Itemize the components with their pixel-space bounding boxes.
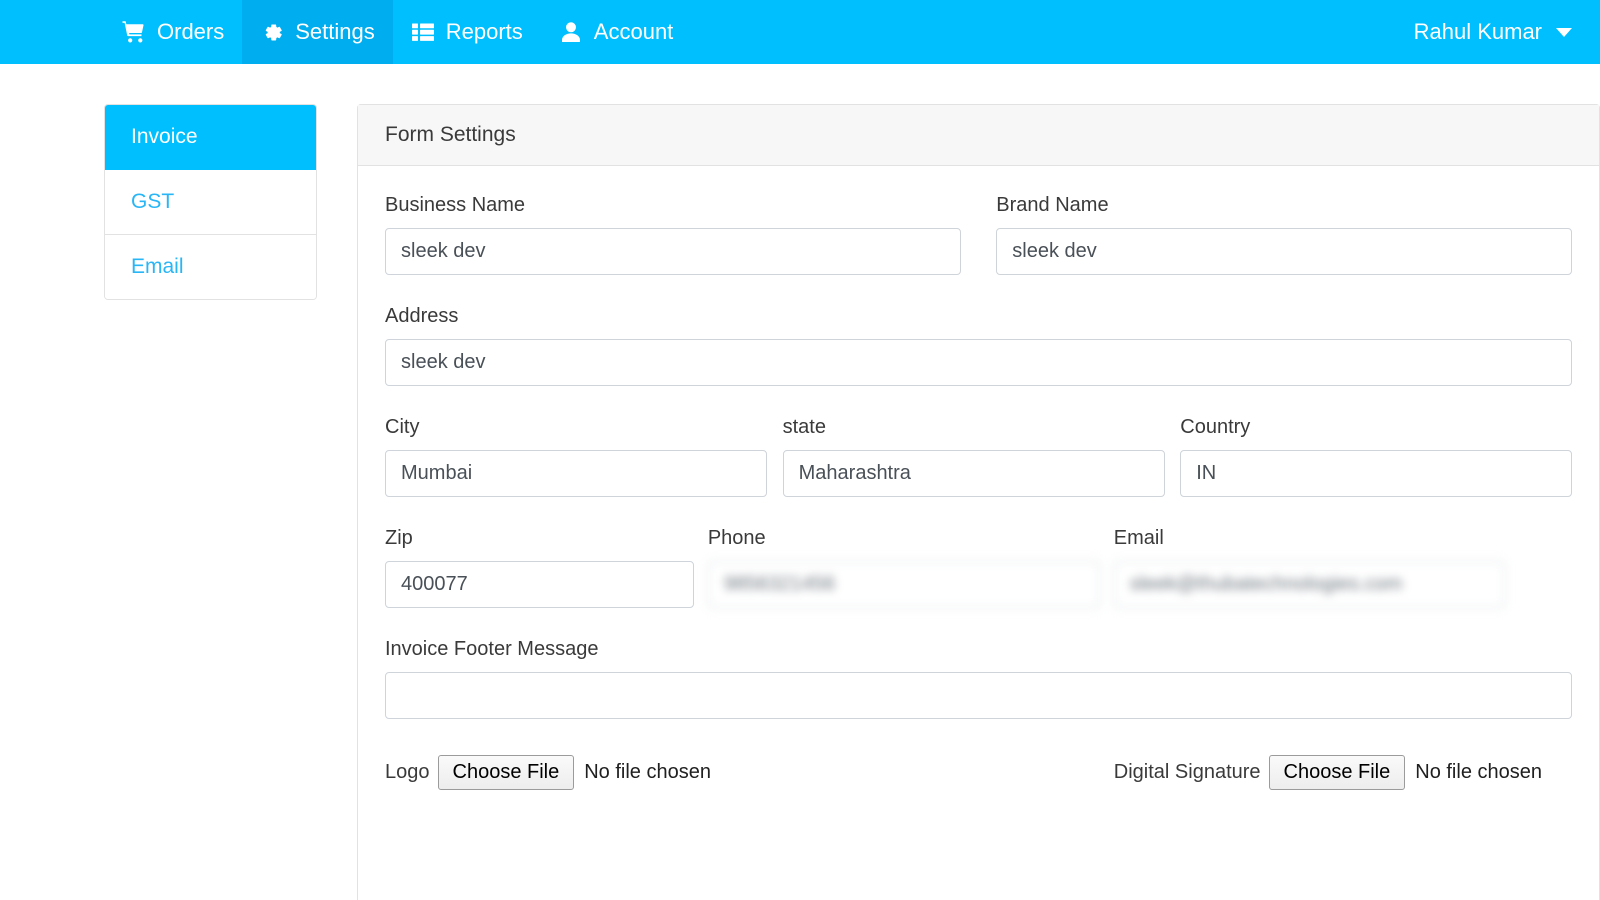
field-phone: Phone [707, 527, 1100, 608]
navbar-items: Orders Settings Reports Account [104, 0, 691, 64]
nav-item-label: Reports [445, 19, 523, 44]
user-menu-label: Rahul Kumar [1413, 19, 1542, 44]
invoice-footer-message-label: Invoice Footer Message [385, 638, 599, 660]
nav-item-label: Settings [295, 19, 375, 44]
state-input[interactable] [782, 450, 1165, 497]
user-icon [559, 20, 583, 44]
nav-item-reports[interactable]: Reports [393, 0, 541, 64]
sidebar-item-label: Email [131, 255, 184, 278]
row-names: Business Name Brand Name [385, 194, 1572, 283]
email-label: Email [1113, 527, 1164, 549]
city-input[interactable] [385, 450, 768, 497]
field-invoice-footer-message: Invoice Footer Message [385, 638, 1572, 719]
brand-name-label: Brand Name [996, 194, 1109, 216]
field-city: City [385, 416, 768, 497]
page-body: Invoice GST Email Form Settings Business… [0, 64, 1600, 900]
nav-item-account[interactable]: Account [541, 0, 692, 64]
address-input[interactable] [385, 339, 1572, 386]
business-name-label: Business Name [385, 194, 526, 216]
top-navbar: Orders Settings Reports Account Rahul Ku… [0, 0, 1600, 64]
row-contact: Zip Phone Email [385, 527, 1572, 616]
logo-choose-file-button[interactable]: Choose File [437, 755, 575, 790]
logo-file-status: No file chosen [584, 761, 711, 783]
digital-signature-file-status: No file chosen [1415, 761, 1542, 783]
sidebar-item-label: GST [131, 190, 175, 213]
shopping-cart-icon [122, 20, 146, 44]
field-state: state [782, 416, 1165, 497]
field-zip: Zip [385, 527, 694, 608]
th-list-icon [411, 20, 435, 44]
gear-icon [260, 20, 284, 44]
state-label: state [782, 416, 826, 438]
email-input[interactable] [1113, 561, 1506, 608]
nav-item-settings[interactable]: Settings [242, 0, 393, 64]
user-menu[interactable]: Rahul Kumar [1414, 0, 1600, 64]
chevron-down-icon [1556, 27, 1572, 37]
digital-signature-choose-file-button[interactable]: Choose File [1268, 755, 1406, 790]
nav-item-orders[interactable]: Orders [104, 0, 242, 64]
sidebar-item-email[interactable]: Email [105, 235, 316, 299]
row-address: Address [385, 305, 1572, 394]
row-location: City state Country [385, 416, 1572, 505]
sidebar-item-invoice[interactable]: Invoice [105, 105, 316, 170]
card-body: Business Name Brand Name Address [358, 166, 1599, 820]
field-business-name: Business Name [385, 194, 961, 275]
phone-input[interactable] [707, 561, 1100, 608]
business-name-input[interactable] [385, 228, 961, 275]
nav-item-label: Orders [157, 19, 225, 44]
city-label: City [385, 416, 420, 438]
digital-signature-label: Digital Signature [1113, 761, 1261, 783]
row-footer-message: Invoice Footer Message [385, 638, 1572, 727]
sidebar-item-gst[interactable]: GST [105, 170, 316, 235]
sidebar-item-label: Invoice [131, 125, 198, 148]
upload-logo: Logo Choose File No file chosen [385, 755, 711, 790]
field-address: Address [385, 305, 1572, 386]
zip-label: Zip [385, 527, 413, 549]
nav-item-label: Account [593, 19, 674, 44]
settings-sidebar: Invoice GST Email [104, 104, 317, 300]
address-label: Address [385, 305, 459, 327]
zip-input[interactable] [385, 561, 694, 608]
invoice-footer-message-input[interactable] [385, 672, 1572, 719]
field-brand-name: Brand Name [996, 194, 1572, 275]
country-input[interactable] [1180, 450, 1572, 497]
row-uploads: Logo Choose File No file chosen Digital … [385, 755, 1572, 790]
card-header: Form Settings [358, 105, 1599, 166]
field-email: Email [1113, 527, 1506, 608]
upload-digital-signature: Digital Signature Choose File No file ch… [1114, 755, 1572, 790]
field-country: Country [1180, 416, 1572, 497]
brand-name-input[interactable] [996, 228, 1572, 275]
country-label: Country [1180, 416, 1251, 438]
form-settings-card: Form Settings Business Name Brand Name [357, 104, 1600, 900]
logo-label: Logo [385, 761, 430, 783]
phone-label: Phone [707, 527, 766, 549]
page-title: Form Settings [385, 123, 516, 146]
